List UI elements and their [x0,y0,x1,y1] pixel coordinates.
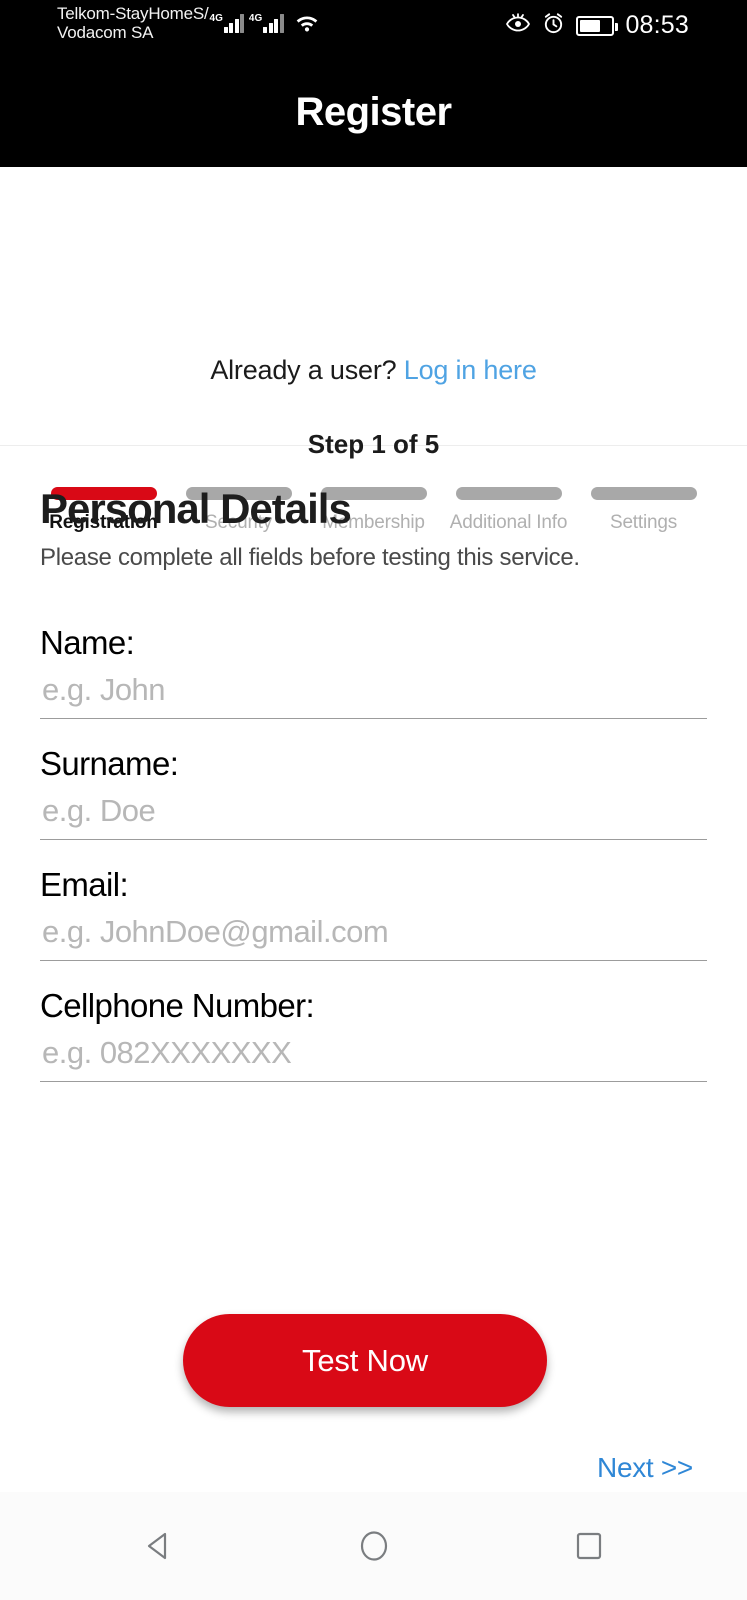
step-item-additional-info[interactable]: Additional Info [445,487,572,534]
signal-bars-sim1 [223,13,246,33]
network-type-sim1: 4G [209,12,223,24]
field-surname: Surname: [40,745,707,840]
back-triangle-icon [147,1532,166,1560]
nav-home-button[interactable] [266,1492,481,1600]
carrier-secondary: Vodacom SA [57,23,154,43]
field-label-surname: Surname: [40,745,179,782]
nav-back-button[interactable] [51,1492,266,1600]
field-label-name: Name: [40,624,135,661]
field-label-cellphone: Cellphone Number: [40,987,315,1024]
next-link[interactable]: Next >> [597,1452,693,1484]
page-title: Register [295,89,452,134]
step-label-additional-info: Additional Info [449,512,568,533]
signal-bars-sim2 [263,13,285,33]
login-link[interactable]: Log in here [404,355,537,385]
android-nav-bar [0,1492,747,1600]
field-name: Name: [40,624,707,719]
test-now-button[interactable]: Test Now [183,1314,547,1407]
form-fields: Name: Surname: Email: Cellphone Number: [40,624,707,1108]
app-title-bar: Register [0,57,747,167]
status-clock: 08:53 [625,11,689,39]
status-bar-right: 08:53 [505,11,689,40]
phone-screen: Telkom-StayHomeS/ Vodacom SA 4G 4G 08:53… [0,0,747,1600]
already-user-text: Already a user? [210,355,404,385]
alarm-icon [542,12,565,40]
carrier-primary: Telkom-StayHomeS/ [57,4,209,23]
signal-icon-sim2: 4G [249,13,285,33]
signal-icon-sim1: 4G [210,13,246,33]
step-bar-additional-info [455,487,562,500]
field-email: Email: [40,866,707,961]
eye-comfort-icon [505,13,531,38]
battery-icon [576,15,619,36]
signal-indicators: 4G 4G [210,11,321,36]
step-counter: Step 1 of 5 [307,429,440,459]
field-cellphone: Cellphone Number: [40,987,707,1082]
step-bar-settings [590,487,697,500]
name-input[interactable] [40,668,707,719]
section-subtitle: Please complete all fields before testin… [40,544,580,571]
step-label-settings: Settings [609,512,678,533]
registration-header: Already a user? Log in here Step 1 of 5 … [0,167,747,533]
recents-square-icon [576,1532,601,1560]
status-bar-left: Telkom-StayHomeS/ Vodacom SA 4G 4G [57,4,320,42]
cellphone-input[interactable] [40,1031,707,1082]
field-label-email: Email: [40,866,129,903]
nav-recents-button[interactable] [481,1492,696,1600]
carrier-names: Telkom-StayHomeS/ Vodacom SA [57,4,209,42]
surname-input[interactable] [40,789,707,840]
wifi-icon [294,11,320,33]
section-title: Personal Details [40,485,352,532]
already-user-row: Already a user? Log in here [0,355,747,386]
home-circle-icon [360,1531,387,1561]
network-type-sim2: 4G [248,12,263,24]
step-item-settings[interactable]: Settings [580,487,707,534]
status-bar: Telkom-StayHomeS/ Vodacom SA 4G 4G 08:53 [0,0,747,57]
email-input[interactable] [40,910,707,961]
